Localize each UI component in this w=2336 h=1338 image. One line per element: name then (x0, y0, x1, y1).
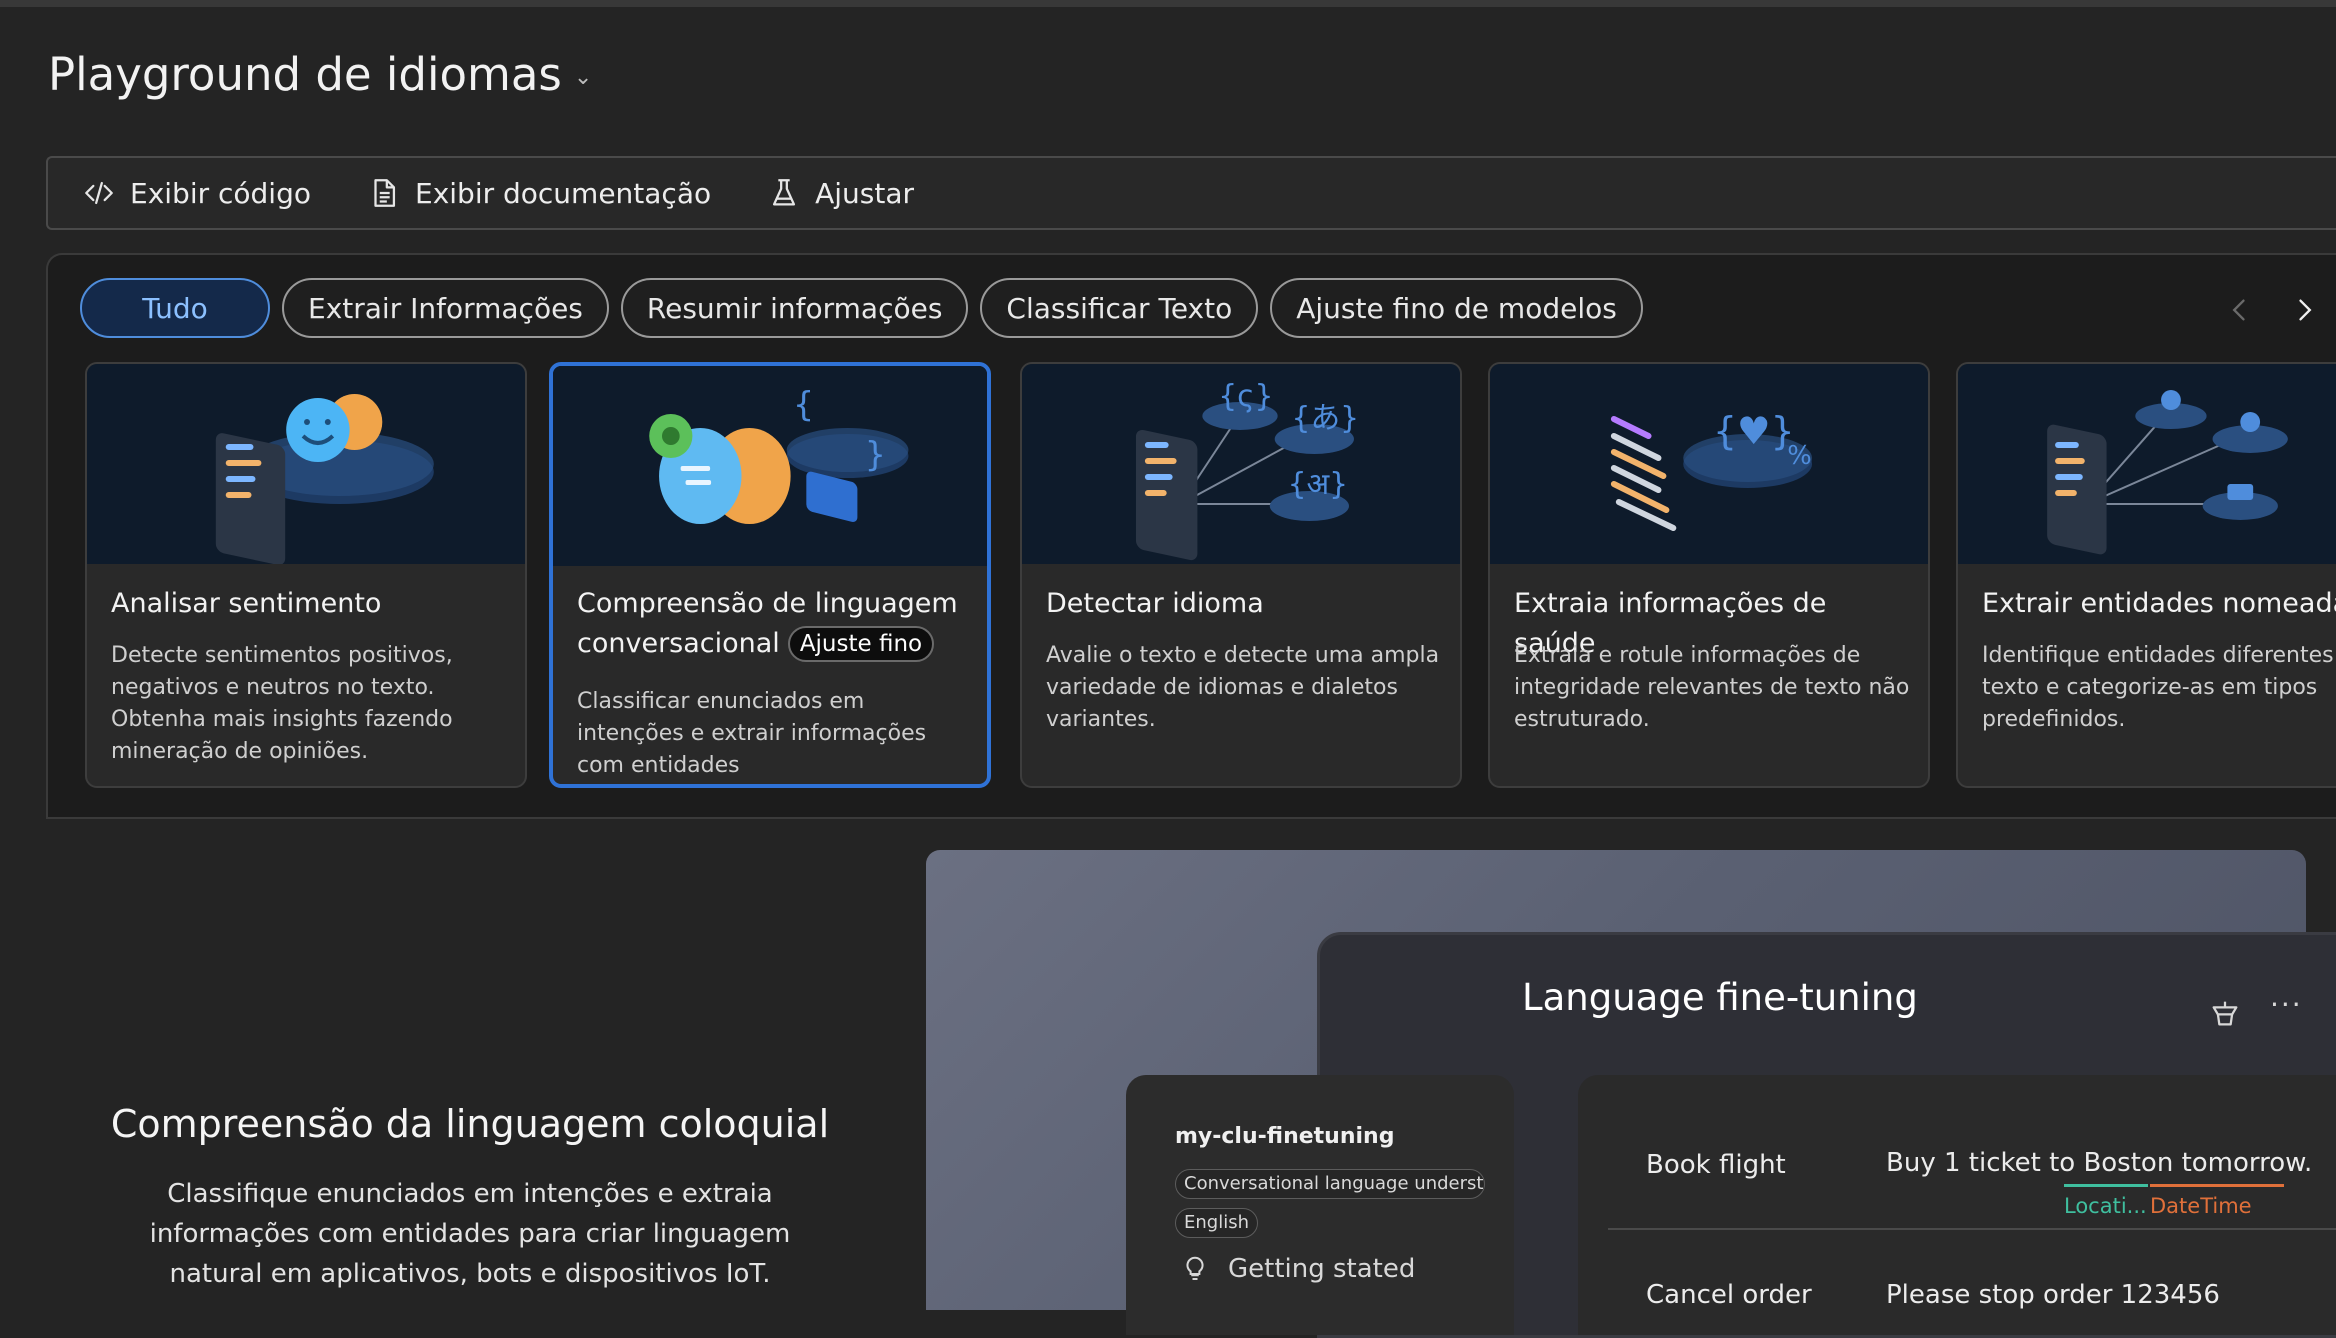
preview-title: Language fine-tuning (1522, 976, 1918, 1019)
ner-illustration (1958, 364, 2336, 564)
location-entity-underline (2064, 1184, 2148, 1187)
scenario-card-ner[interactable]: Extrair entidades nomeadas Identifique e… (1956, 362, 2336, 788)
svg-text:%: % (1787, 441, 1811, 471)
card-description: Identifique entidades diferentes no text… (1982, 643, 2336, 732)
clu-illustration: { } (553, 366, 987, 566)
view-docs-button[interactable]: Exibir documentação (367, 176, 711, 210)
view-code-label: Exibir código (130, 176, 311, 210)
filter-chip-classify[interactable]: Classificar Texto (980, 278, 1259, 338)
card-title: Detectar idioma (1046, 588, 1264, 619)
language-illustration: {ς} {あ} {अ} (1022, 364, 1460, 564)
window-top-strip (0, 0, 2336, 7)
card-description: Avalie o texto e detecte uma ampla varie… (1046, 643, 1440, 732)
tune-label: Ajustar (815, 176, 915, 210)
svg-text:{अ}: {अ} (1288, 467, 1349, 502)
filter-chip-extract[interactable]: Extrair Informações (282, 278, 609, 338)
svg-text:{ς}: {ς} (1218, 379, 1273, 414)
view-code-button[interactable]: Exibir código (82, 176, 311, 210)
document-icon (374, 179, 396, 207)
tune-button[interactable]: Ajustar (767, 176, 914, 210)
card-title: Compreensão de linguagem conversacional A… (577, 584, 973, 664)
svg-text:{あ}: {あ} (1292, 401, 1360, 436)
scenario-card-clu[interactable]: { } Compreensão de linguagem conversacio… (549, 362, 991, 788)
next-page-button[interactable] (2284, 290, 2324, 330)
filter-chip-summarize[interactable]: Resumir informações (620, 278, 969, 338)
intent-label: Book flight (1646, 1150, 1786, 1180)
scenario-card-health[interactable]: {♥} % Extraia informações de saúde Extra… (1488, 362, 1930, 788)
intent-label: Cancel order (1646, 1280, 1812, 1310)
project-type-tag: Conversational language understanding (1175, 1169, 1485, 1199)
project-status: Getting stated (1180, 1254, 1415, 1284)
filter-chip-all[interactable]: Tudo (80, 278, 270, 338)
lightbulb-icon (1186, 1256, 1204, 1280)
chevron-right-icon (2299, 299, 2312, 321)
more-options-icon: ··· (2270, 988, 2303, 1021)
utterance-text: Buy 1 ticket to Boston tomorrow. (1886, 1148, 2313, 1178)
entity-datetime-label: DateTime (2150, 1194, 2252, 1218)
chevron-left-icon (2232, 299, 2245, 321)
hero-description: Classifique enunciados em intenções e ex… (149, 1179, 791, 1289)
row-divider (1608, 1228, 2336, 1230)
filter-chip-finetune[interactable]: Ajuste fino de modelos (1270, 278, 1643, 338)
svg-text:}: } (865, 435, 885, 474)
sentiment-illustration (87, 364, 525, 565)
card-title: Extrair entidades nomeadas (1982, 588, 2336, 619)
project-status-text: Getting stated (1228, 1254, 1416, 1284)
project-language-tag: English (1175, 1208, 1258, 1238)
svg-text:{: { (794, 385, 814, 424)
broom-icon (2212, 1001, 2238, 1026)
page-title[interactable]: Playground de idiomas ⌄ (48, 48, 592, 101)
card-title: Analisar sentimento (111, 588, 382, 619)
svg-text:{♥}: {♥} (1713, 409, 1795, 453)
finetune-badge: Ajuste fino (787, 626, 935, 662)
card-description: Detecte sentimentos positivos, negativos… (111, 643, 453, 764)
project-card (1126, 1075, 1514, 1335)
chevron-down-icon: ⌄ (573, 65, 593, 90)
project-name: my-clu-finetuning (1175, 1124, 1395, 1149)
datetime-entity-underline (2150, 1184, 2284, 1187)
prev-page-button[interactable] (2220, 290, 2260, 330)
health-illustration: {♥} % (1490, 364, 1928, 564)
hero-title: Compreensão da linguagem coloquial (110, 1102, 830, 1146)
card-description: Classificar enunciados em intenções e ex… (577, 689, 927, 778)
utterance-text: Please stop order 123456 (1886, 1280, 2220, 1310)
page-title-text: Playground de idiomas (48, 48, 562, 101)
code-icon (85, 181, 113, 205)
entity-location-label: Locati... (2064, 1194, 2147, 1218)
view-docs-label: Exibir documentação (415, 176, 712, 210)
toolbar: Exibir código Exibir documentação Ajusta… (46, 156, 2336, 230)
flask-icon (773, 179, 796, 206)
scenario-card-sentiment[interactable]: Analisar sentimento Detecte sentimentos … (85, 362, 527, 788)
filter-chips: Tudo Extrair Informações Resumir informa… (80, 278, 1643, 338)
scenario-card-detect-language[interactable]: {ς} {あ} {अ} Detectar idioma Avalie o tex… (1020, 362, 1462, 788)
card-description: Extraia e rotule informações de integrid… (1514, 643, 1910, 732)
